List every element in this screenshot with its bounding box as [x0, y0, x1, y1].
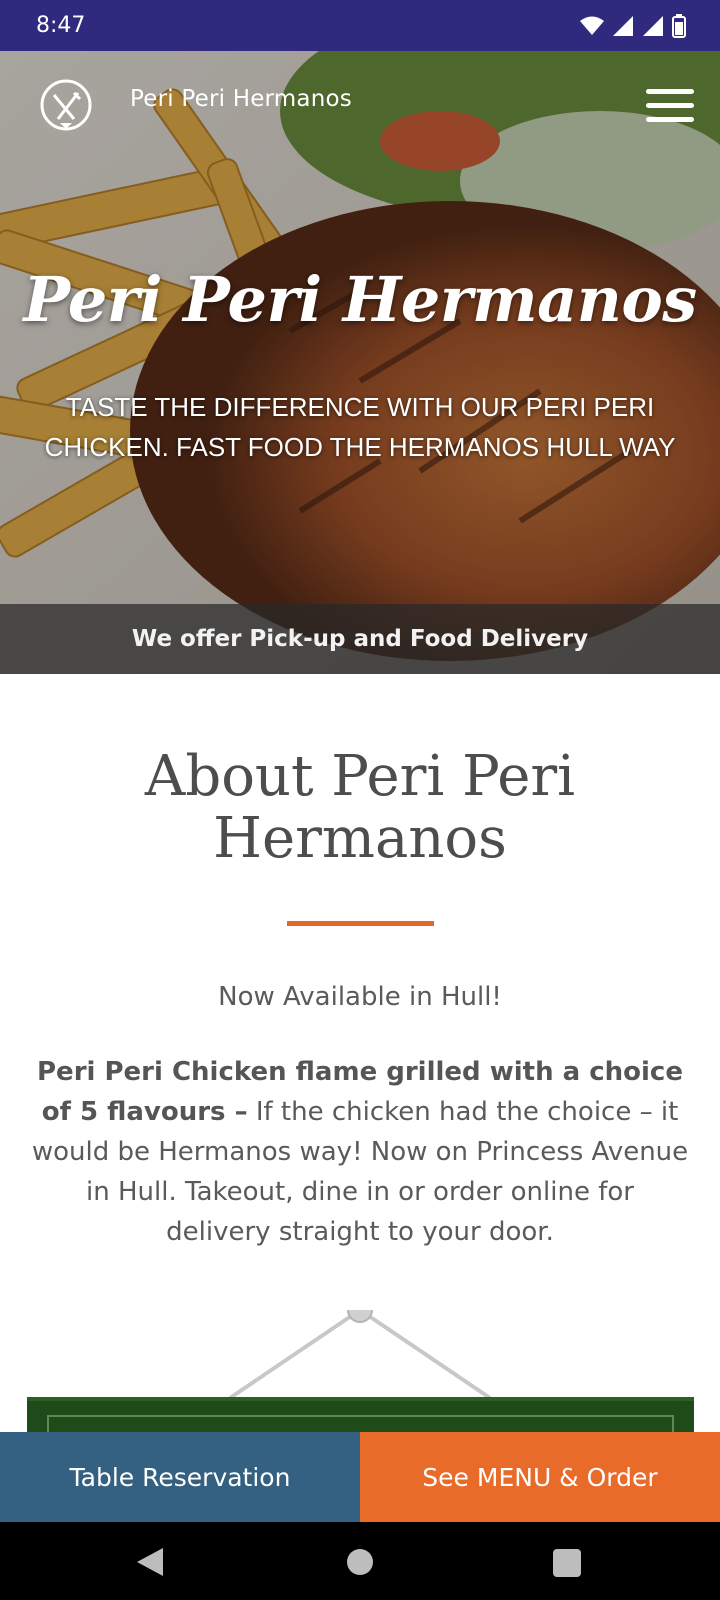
battery-icon [672, 13, 686, 38]
back-icon[interactable] [135, 1546, 165, 1578]
hero-section: Peri Peri Hermanos Peri Peri Hermanos TA… [0, 51, 720, 674]
hero-title: Peri Peri Hermanos [23, 263, 697, 336]
system-nav-bar [0, 1522, 720, 1600]
status-bar: 8:47 [0, 0, 720, 51]
hero-subtitle: TASTE THE DIFFERENCE WITH OUR PERI PERI … [44, 392, 676, 462]
about-description: Peri Peri Chicken flame grilled with a c… [30, 1052, 690, 1252]
brand-name[interactable]: Peri Peri Hermanos [130, 86, 352, 112]
table-reservation-button[interactable]: Table Reservation [0, 1432, 360, 1522]
section-divider [287, 921, 434, 926]
signal-icon [643, 15, 663, 36]
home-icon[interactable] [347, 1549, 373, 1575]
sign-hanger [228, 1310, 492, 1400]
fork-knife-logo-icon[interactable] [38, 79, 94, 135]
recent-apps-icon[interactable] [553, 1549, 581, 1577]
top-nav: Peri Peri Hermanos [0, 51, 720, 153]
about-title: About Peri Peri Hermanos [144, 744, 576, 871]
status-icons [580, 13, 686, 38]
signal-icon [613, 15, 633, 36]
delivery-banner: We offer Pick-up and Food Delivery [0, 604, 720, 674]
availability-text: Now Available in Hull! [218, 982, 502, 1012]
hamburger-menu-icon[interactable] [646, 89, 694, 123]
see-menu-order-button[interactable]: See MENU & Order [360, 1432, 720, 1522]
status-time: 8:47 [36, 13, 86, 38]
wifi-icon [580, 16, 604, 35]
